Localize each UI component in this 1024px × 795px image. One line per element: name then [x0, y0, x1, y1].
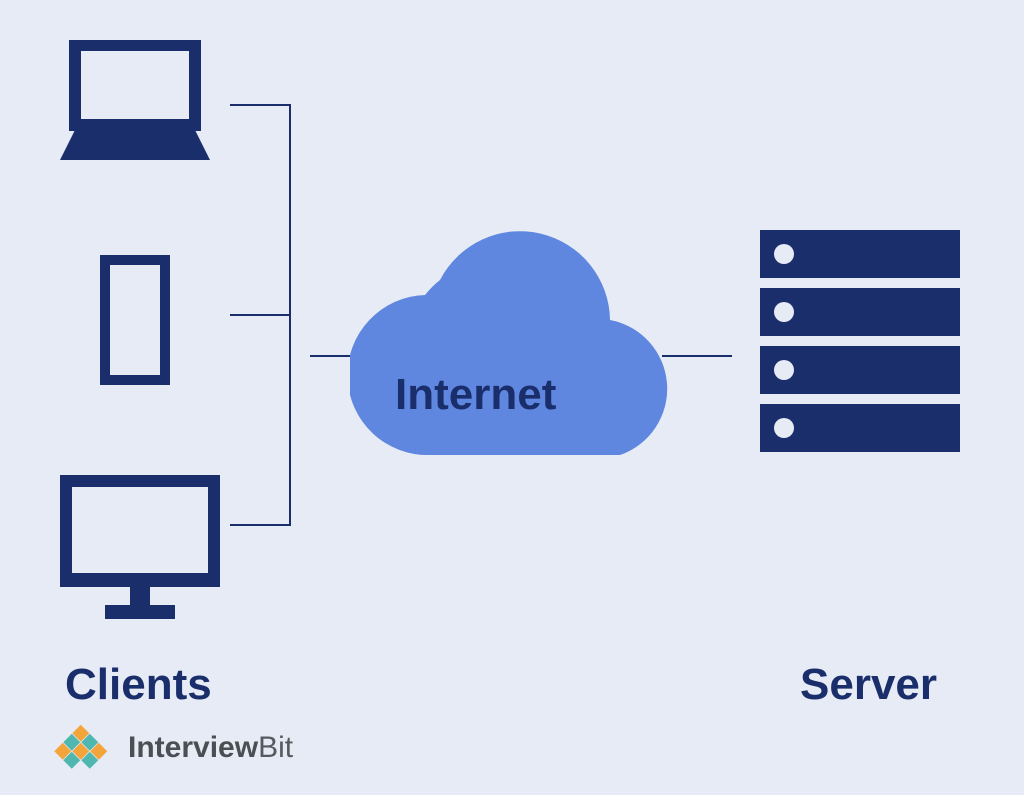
client-server-diagram: Clients Internet Server [0, 0, 1024, 795]
logo-mark-icon [50, 725, 120, 771]
clients-bracket-connector [230, 90, 310, 540]
interviewbit-logo: InterviewBit [50, 725, 293, 771]
server-unit [760, 346, 960, 394]
server-unit [760, 404, 960, 452]
server-unit [760, 230, 960, 278]
server-label: Server [800, 660, 937, 710]
logo-text: InterviewBit [128, 731, 293, 765]
clients-to-cloud-connector [310, 355, 350, 357]
monitor-icon [60, 475, 220, 625]
server-unit [760, 288, 960, 336]
laptop-icon [60, 40, 210, 170]
smartphone-icon [100, 255, 170, 385]
clients-label: Clients [65, 660, 212, 710]
cloud-to-server-connector [662, 355, 732, 357]
server-rack-icon [760, 230, 960, 462]
cloud-icon [350, 210, 670, 470]
internet-label: Internet [395, 370, 556, 420]
